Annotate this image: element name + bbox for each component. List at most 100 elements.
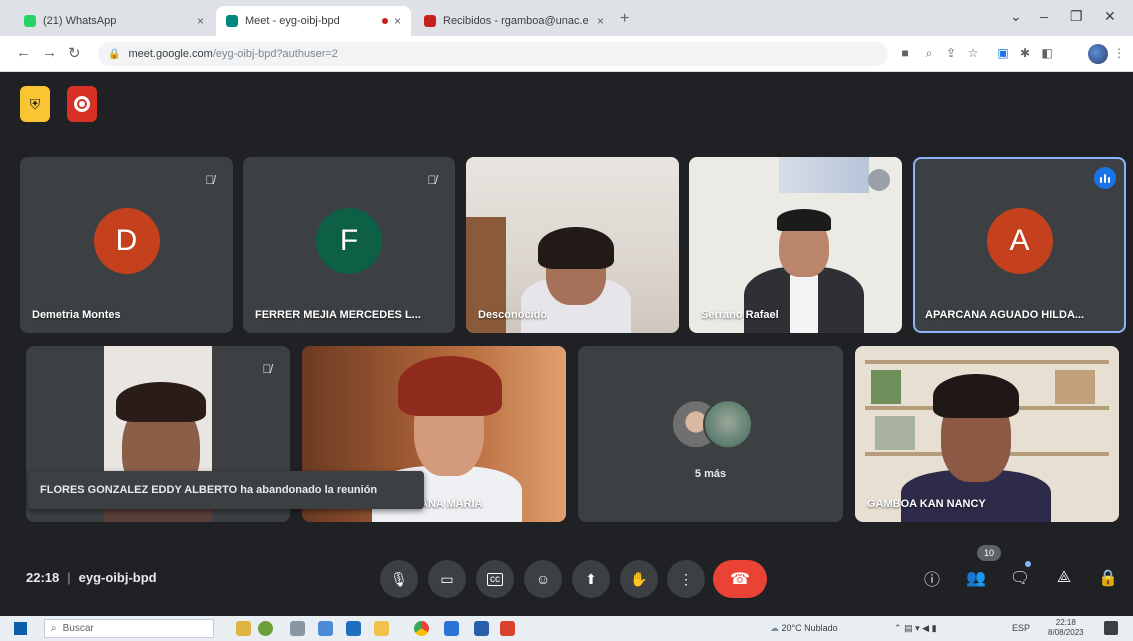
video-feed (689, 157, 902, 333)
leave-call-button[interactable]: ☎ (713, 560, 767, 598)
participant-name: ANA MARIA (420, 498, 483, 510)
participant-name: APARCANA AGUADO HILDA... (925, 309, 1085, 321)
browser-tabstrip: (21) WhatsApp × Meet - eyg-oibj-bpd × Re… (0, 0, 1133, 36)
hangup-icon: ☎ (730, 571, 750, 588)
people-icon[interactable]: 👥 (962, 564, 990, 592)
hair-shape (398, 356, 502, 416)
cursor-icon (258, 621, 273, 636)
back-icon[interactable]: ← (16, 44, 31, 61)
tray-icons[interactable]: ⌃ ▤ ▾ ◀ ▮ (894, 623, 937, 634)
maximize-icon[interactable]: ❐ (1070, 8, 1083, 25)
close-window-icon[interactable]: ✕ (1104, 8, 1116, 25)
video-feed (466, 157, 679, 333)
chrome-icon[interactable] (414, 621, 429, 636)
edge-icon[interactable] (318, 621, 333, 636)
participant-video-tile[interactable]: Serrano Rafael (689, 157, 902, 333)
address-bar[interactable]: 🔒 meet.google.com/eyg-oibj-bpd?authuser=… (98, 42, 888, 66)
tab-search-icon[interactable]: ⌄ (1010, 8, 1022, 25)
lock-icon: 🔒 (108, 48, 121, 60)
weather-widget[interactable]: ☁ 20°C Nublado (770, 623, 838, 634)
host-controls-icon[interactable]: 🔒 (1094, 564, 1122, 592)
more-participants-label: 5 más (694, 468, 727, 480)
microphone-button[interactable]: 🎙 (380, 560, 418, 598)
info-icon[interactable]: ⓘ (918, 564, 946, 592)
pin-icon[interactable] (868, 169, 890, 191)
avatar: A (986, 208, 1053, 275)
app-icon[interactable] (474, 621, 489, 636)
hair-shape (116, 382, 206, 422)
camera-button[interactable]: ▭ (428, 560, 466, 598)
folder-icon[interactable] (374, 621, 389, 636)
host-controls-badge[interactable]: ⛨ (20, 86, 50, 122)
participant-video-tile[interactable]: GAMBOA KAN NANCY (855, 346, 1119, 522)
tab-whatsapp[interactable]: (21) WhatsApp × (14, 6, 214, 36)
activities-icon[interactable]: ⟁ (1050, 564, 1078, 592)
windows-taskbar: ⌕ Buscar ☁ 20°C Nublado ⌃ ▤ ▾ ◀ ▮ ESP 22… (0, 616, 1133, 641)
meeting-code: eyg-oibj-bpd (78, 570, 157, 585)
mic-off-icon: 🎙̸ (427, 173, 437, 187)
menu-icon[interactable]: ⋮ (1112, 46, 1126, 60)
captions-button[interactable]: cc (476, 560, 514, 598)
close-icon[interactable]: × (197, 14, 204, 28)
avatar-stack (670, 399, 753, 455)
taskbar-search[interactable]: ⌕ Buscar (44, 619, 214, 638)
share-icon[interactable]: ⇪ (944, 46, 958, 60)
new-tab-button[interactable]: + (620, 10, 629, 28)
forward-icon[interactable]: → (42, 44, 57, 61)
clock-date: 8/08/2023 (1048, 628, 1084, 637)
shield-icon: ⛨ (29, 95, 41, 112)
sidepanel-icon[interactable]: ◧ (1040, 46, 1054, 60)
puzzle-icon[interactable]: ✱ (1018, 46, 1032, 60)
chat-icon[interactable]: 🗨 (1006, 564, 1034, 592)
extension-icon[interactable]: ▣ (996, 46, 1010, 60)
more-vert-icon: ⋮ (679, 570, 693, 587)
task-view-icon[interactable] (290, 621, 305, 636)
chat-notification-dot (1025, 561, 1031, 567)
recording-badge[interactable] (67, 86, 97, 122)
weather-text: 20°C Nublado (781, 623, 838, 633)
participant-name: GAMBOA KAN NANCY (867, 498, 986, 510)
widgets-icon[interactable] (236, 621, 251, 636)
participant-tile[interactable]: 🎙̸ F FERRER MEJIA MERCEDES L... (243, 157, 455, 333)
minimize-icon[interactable]: – (1040, 8, 1048, 24)
search-icon: ⌕ (51, 623, 57, 634)
speaking-icon (1094, 167, 1116, 189)
participant-tile[interactable]: 🎙̸ D Demetria Montes (20, 157, 233, 333)
language-indicator[interactable]: ESP (1012, 623, 1030, 633)
close-icon[interactable]: × (394, 14, 401, 28)
app-icon[interactable] (444, 621, 459, 636)
close-icon[interactable]: × (597, 14, 604, 28)
painting-shape (779, 157, 869, 193)
camera-icon[interactable]: ■ (898, 46, 912, 60)
tab-label: Recibidos - rgamboa@unac.e (443, 15, 589, 27)
notification-toast: FLORES GONZALEZ EDDY ALBERTO ha abandona… (28, 471, 424, 509)
more-participants-tile[interactable]: 5 más (578, 346, 843, 522)
taskbar-clock[interactable]: 22:18 8/08/2023 (1048, 618, 1084, 638)
reload-icon[interactable]: ↻ (68, 44, 81, 62)
tab-gmail[interactable]: Recibidos - rgamboa@unac.e × (414, 6, 614, 36)
reactions-button[interactable]: ☺ (524, 560, 562, 598)
store-icon[interactable] (346, 621, 361, 636)
whatsapp-icon (24, 15, 36, 27)
record-icon (74, 96, 90, 112)
participant-video-tile[interactable]: Desconocido (466, 157, 679, 333)
zoom-icon[interactable]: ⌕ (922, 46, 936, 60)
notification-center-icon[interactable] (1104, 621, 1118, 635)
plant-shape (871, 370, 901, 404)
wifi-icon: ▾ (915, 623, 920, 633)
more-options-button[interactable]: ⋮ (667, 560, 705, 598)
windows-start-icon[interactable] (14, 622, 27, 635)
browser-toolbar: ← → ↻ 🔒 meet.google.com/eyg-oibj-bpd?aut… (0, 36, 1133, 72)
raise-hand-button[interactable]: ✋ (620, 560, 658, 598)
app-icon[interactable] (500, 621, 515, 636)
participant-tile[interactable]: A APARCANA AGUADO HILDA... (913, 157, 1126, 333)
bookmark-star-icon[interactable]: ☆ (966, 46, 980, 60)
participant-name: FERRER MEJIA MERCEDES L... (255, 309, 421, 321)
avatar[interactable] (1088, 44, 1108, 64)
tab-meet[interactable]: Meet - eyg-oibj-bpd × (216, 6, 411, 36)
present-button[interactable]: ⬆ (572, 560, 610, 598)
meet-icon (226, 15, 238, 27)
meeting-time: 22:18 (26, 570, 60, 585)
participant-name: Demetria Montes (32, 309, 121, 321)
url-path: /eyg-oibj-bpd?authuser=2 (212, 48, 338, 60)
